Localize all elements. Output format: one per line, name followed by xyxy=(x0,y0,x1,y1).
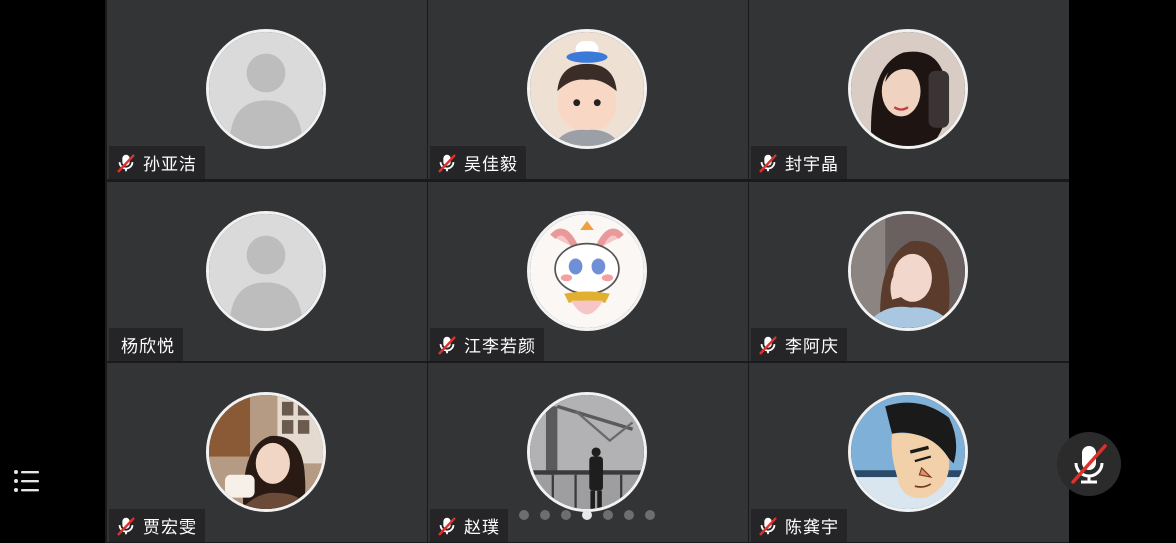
participant-name: 江李若颜 xyxy=(464,337,536,357)
anime-character-drawing xyxy=(848,392,968,512)
cartoon-bunny-drawing xyxy=(527,211,647,331)
page-dot[interactable] xyxy=(645,510,655,520)
microphone-muted-icon xyxy=(1071,444,1107,484)
menu-button[interactable] xyxy=(13,468,41,494)
page-dot[interactable] xyxy=(540,510,550,520)
participant-tile[interactable]: 孙亚洁 xyxy=(107,0,427,179)
page-dot[interactable] xyxy=(519,510,529,520)
microphone-muted-icon xyxy=(757,152,779,174)
page-indicator xyxy=(519,510,655,520)
participant-name: 吴佳毅 xyxy=(464,155,518,175)
participant-tile[interactable]: 陈龚宇 xyxy=(749,363,1069,542)
default-person-icon xyxy=(206,211,326,331)
participant-name-tag: 孙亚洁 xyxy=(109,146,205,179)
balcony-silhouette-photo xyxy=(527,392,647,512)
microphone-muted-icon xyxy=(115,515,137,537)
participant-name-tag: 赵璞 xyxy=(430,509,508,542)
participant-name: 赵璞 xyxy=(464,518,500,538)
microphone-toggle-button[interactable] xyxy=(1057,432,1121,496)
participant-name: 封宇晶 xyxy=(785,155,839,175)
participant-name-tag: 陈龚宇 xyxy=(751,509,847,542)
participant-name: 陈龚宇 xyxy=(785,518,839,538)
participant-tile[interactable]: 吴佳毅 xyxy=(428,0,748,179)
participant-name: 杨欣悦 xyxy=(121,337,175,357)
page-dot-active[interactable] xyxy=(582,510,592,520)
microphone-muted-icon xyxy=(436,152,458,174)
participant-name-tag: 吴佳毅 xyxy=(430,146,526,179)
menu-list-icon xyxy=(14,470,39,492)
participant-tile[interactable]: 李阿庆 xyxy=(749,182,1069,361)
default-person-icon xyxy=(206,29,326,149)
participant-tile[interactable]: 贾宏雯 xyxy=(107,363,427,542)
participant-tile[interactable]: 杨欣悦 xyxy=(107,182,427,361)
microphone-muted-icon xyxy=(115,152,137,174)
participant-name-tag: 杨欣悦 xyxy=(109,328,183,361)
woman-portrait-photo xyxy=(848,29,968,149)
participant-tile[interactable]: 封宇晶 xyxy=(749,0,1069,179)
microphone-muted-icon xyxy=(436,515,458,537)
microphone-muted-icon xyxy=(757,515,779,537)
woman-selfie-photo xyxy=(848,211,968,331)
participant-tile[interactable]: 江李若颜 xyxy=(428,182,748,361)
participant-name-tag: 封宇晶 xyxy=(751,146,847,179)
page-dot[interactable] xyxy=(561,510,571,520)
page-dot[interactable] xyxy=(603,510,613,520)
microphone-muted-icon xyxy=(757,334,779,356)
toddler-photo xyxy=(527,29,647,149)
participant-name-tag: 贾宏雯 xyxy=(109,509,205,542)
participant-name: 贾宏雯 xyxy=(143,518,197,538)
video-grid: 孙亚洁 吴佳毅 封宇晶 杨欣悦 江李若颜 李阿庆 贾宏雯 赵璞 陈龚宇 xyxy=(105,0,1069,543)
participant-name-tag: 江李若颜 xyxy=(430,328,544,361)
participant-name: 李阿庆 xyxy=(785,337,839,357)
page-dot[interactable] xyxy=(624,510,634,520)
microphone-muted-icon xyxy=(436,334,458,356)
participant-name-tag: 李阿庆 xyxy=(751,328,847,361)
woman-cup-photo xyxy=(206,392,326,512)
participant-name: 孙亚洁 xyxy=(143,155,197,175)
